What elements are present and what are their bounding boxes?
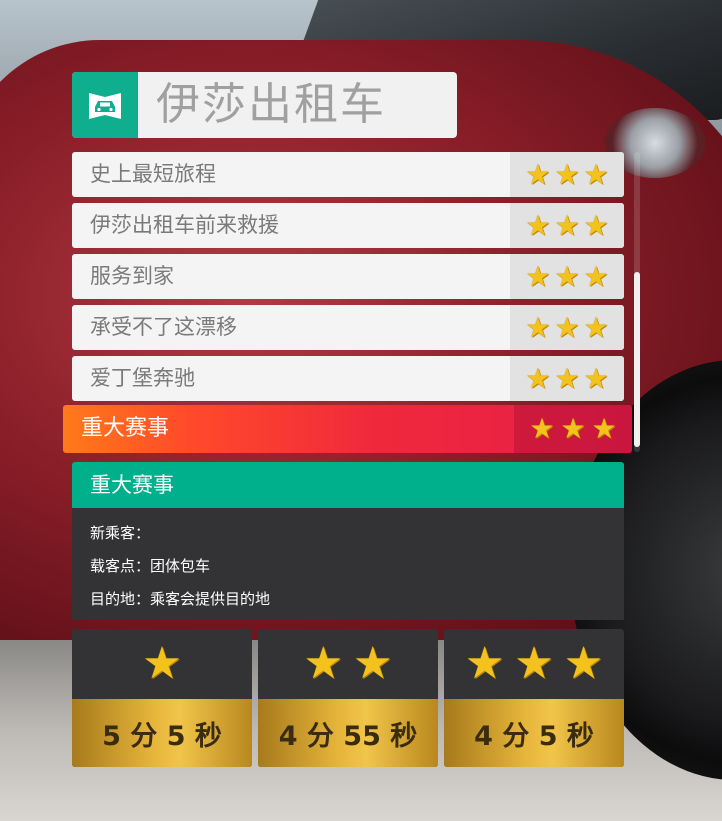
event-star-rating: ★ ★ ★	[510, 305, 624, 350]
event-label: 服务到家	[90, 264, 174, 288]
star-icon: ★	[514, 638, 554, 689]
category-title: 伊莎出租车	[156, 79, 386, 130]
detail-pickup: 载客点：团体包车	[90, 555, 210, 576]
category-header: 伊莎出租车	[72, 72, 457, 138]
event-detail-panel: 新乘客： 载客点：团体包车 目的地：乘客会提供目的地	[72, 508, 624, 620]
event-item-3[interactable]: 服务到家 ★ ★ ★	[72, 254, 624, 299]
reward-stars: ★ ★	[258, 629, 438, 699]
star-icon: ★	[560, 412, 586, 445]
event-label: 伊莎出租车前来救援	[90, 213, 279, 237]
star-icon: ★	[583, 157, 609, 191]
star-icon: ★	[563, 638, 604, 689]
event-star-rating: ★ ★ ★	[510, 356, 624, 401]
event-detail-title: 重大赛事	[90, 473, 174, 497]
star-icon: ★	[583, 259, 609, 293]
star-icon: ★	[525, 361, 551, 395]
scrollbar-thumb[interactable]	[634, 272, 640, 447]
star-icon: ★	[525, 259, 551, 293]
event-item-1[interactable]: 史上最短旅程 ★ ★ ★	[72, 152, 624, 197]
star-icon: ★	[554, 361, 580, 395]
event-star-rating: ★ ★ ★	[510, 203, 624, 248]
reward-card-1-star: ★ 5 分 5 秒	[72, 629, 252, 767]
star-icon: ★	[525, 157, 551, 191]
event-star-rating: ★ ★ ★	[510, 254, 624, 299]
detail-value: 团体包车	[150, 557, 211, 575]
star-icon: ★	[583, 310, 609, 344]
event-item-selected[interactable]: 重大赛事 ★ ★ ★	[63, 405, 632, 453]
event-star-rating: ★ ★ ★	[510, 152, 624, 197]
event-item-2[interactable]: 伊莎出租车前来救援 ★ ★ ★	[72, 203, 624, 248]
star-icon: ★	[554, 259, 580, 293]
star-icon: ★	[303, 638, 343, 689]
reward-card-3-star: ★ ★ ★ 4 分 5 秒	[444, 629, 624, 767]
event-label: 重大赛事	[81, 416, 170, 441]
star-icon: ★	[525, 310, 551, 344]
star-icon: ★	[591, 412, 617, 445]
event-item-5[interactable]: 爱丁堡奔驰 ★ ★ ★	[72, 356, 624, 401]
star-icon: ★	[583, 208, 609, 242]
star-icon: ★	[554, 310, 580, 344]
taxi-car-icon	[72, 72, 138, 138]
event-detail-header: 重大赛事	[72, 462, 624, 508]
star-icon: ★	[583, 361, 609, 395]
star-icon: ★	[525, 208, 551, 242]
star-icon: ★	[554, 157, 580, 191]
star-icon: ★	[529, 412, 555, 445]
reward-stars: ★	[72, 629, 252, 699]
event-label: 承受不了这漂移	[90, 315, 237, 339]
reward-time: 5 分 5 秒	[72, 699, 252, 767]
event-item-4[interactable]: 承受不了这漂移 ★ ★ ★	[72, 305, 624, 350]
event-star-rating: ★ ★ ★	[514, 405, 632, 453]
event-label: 爱丁堡奔驰	[90, 366, 195, 390]
reward-card-2-star: ★ ★ 4 分 55 秒	[258, 629, 438, 767]
star-icon: ★	[554, 208, 580, 242]
detail-key: 新乘客：	[90, 524, 151, 542]
reward-time: 4 分 55 秒	[258, 699, 438, 767]
star-icon: ★	[142, 638, 182, 689]
detail-key: 目的地：	[90, 590, 151, 608]
reward-time: 4 分 5 秒	[444, 699, 624, 767]
star-icon: ★	[464, 638, 505, 689]
star-icon: ★	[353, 638, 393, 689]
detail-destination: 目的地：乘客会提供目的地	[90, 588, 270, 609]
reward-stars: ★ ★ ★	[444, 629, 624, 699]
event-label: 史上最短旅程	[90, 162, 216, 186]
detail-key: 载客点：	[90, 557, 151, 575]
detail-new-passenger: 新乘客：	[90, 522, 150, 543]
detail-value: 乘客会提供目的地	[150, 590, 271, 608]
